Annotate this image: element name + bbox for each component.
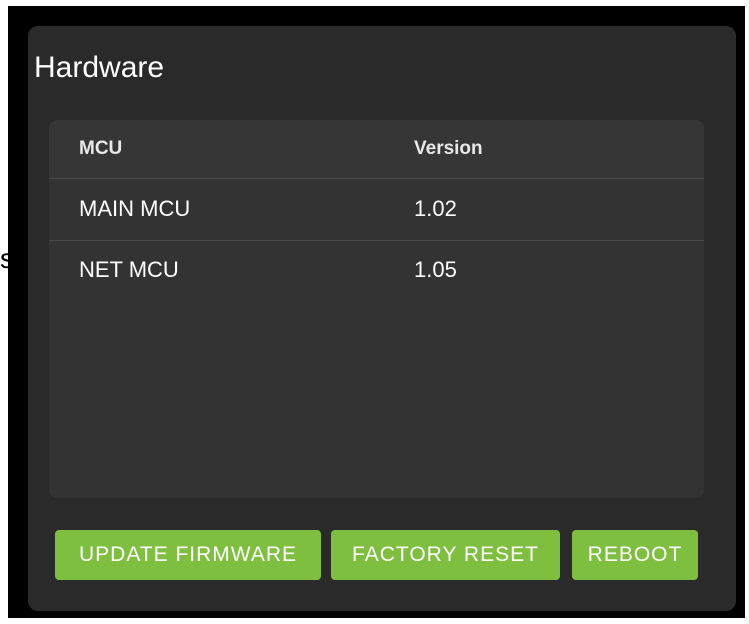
table-row: NET MCU 1.05 <box>49 241 704 301</box>
column-header-mcu: MCU <box>79 138 123 159</box>
factory-reset-button[interactable]: FACTORY RESET <box>331 530 560 580</box>
table-row: MAIN MCU 1.02 <box>49 180 704 241</box>
mcu-name-cell: MAIN MCU <box>79 196 191 221</box>
table-header-row: MCU Version <box>49 120 704 179</box>
column-header-version: Version <box>414 138 483 159</box>
card-title: Hardware <box>34 51 165 84</box>
mcu-version-cell: 1.05 <box>414 257 457 282</box>
mcu-name-cell: NET MCU <box>79 257 179 282</box>
reboot-button[interactable]: REBOOT <box>572 530 698 580</box>
mcu-version-cell: 1.02 <box>414 196 457 221</box>
stray-text-fragment: s <box>0 244 8 274</box>
mcu-table: MCU Version MAIN MCU 1.02 NET MCU 1.05 <box>49 120 704 498</box>
update-firmware-button[interactable]: UPDATE FIRMWARE <box>55 530 321 580</box>
